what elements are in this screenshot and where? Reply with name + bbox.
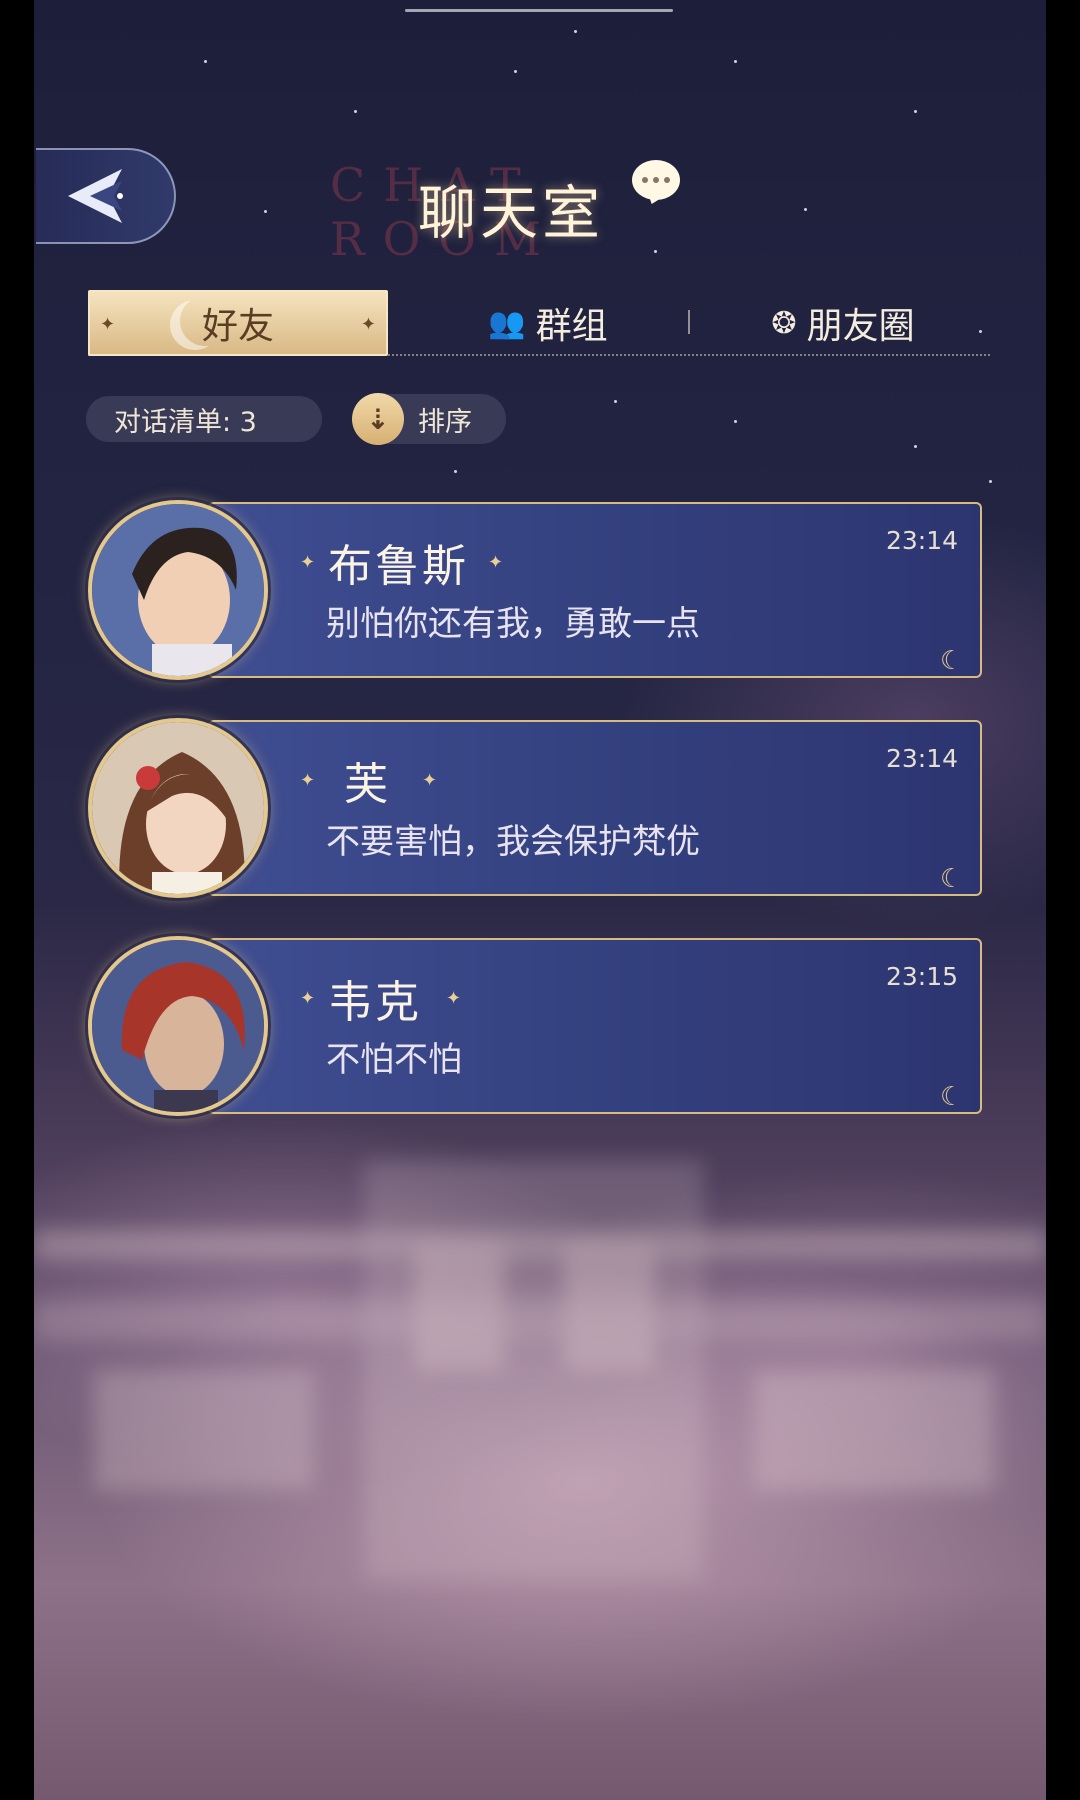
crescent-decoration-icon: ☾ xyxy=(940,864,964,894)
chat-name: 芙 xyxy=(344,759,391,810)
avatar xyxy=(88,936,268,1116)
tab-label: 群组 xyxy=(535,306,608,347)
aperture-icon: ❂ xyxy=(771,305,797,341)
sparkle-icon: ✦ xyxy=(446,988,462,1009)
sparkle-icon: ✦ xyxy=(300,988,316,1009)
home-indicator xyxy=(405,9,673,12)
sort-label: 排序 xyxy=(418,406,472,438)
chat-item-panel: 23:14 ☾ xyxy=(208,502,982,678)
sparkle-icon: ✦ xyxy=(300,552,316,573)
tab-divider xyxy=(688,310,690,334)
crescent-decoration-icon: ☾ xyxy=(940,646,964,676)
sort-button[interactable]: ⇣ 排序 xyxy=(352,393,506,445)
conversation-count: 对话清单: 3 xyxy=(86,396,322,442)
back-arrow-icon xyxy=(68,169,123,223)
avatar xyxy=(88,500,268,680)
moon-icon xyxy=(170,300,220,350)
tab-bar: ✦ 好友 ✦ 👥 群组 ❂ 朋友圈 xyxy=(88,290,990,356)
chat-item[interactable]: 23:14 ☾ ✦ 芙 ✦ 不要害怕，我会保护梵优 xyxy=(88,718,982,898)
chat-time: 23:14 xyxy=(885,744,958,773)
chat-bubble-icon xyxy=(632,160,680,200)
chat-preview: 不怕不怕 xyxy=(326,1040,462,1080)
title-text: 聊天室 xyxy=(418,179,605,247)
sparkle-icon: ✦ xyxy=(360,314,376,335)
sparkle-icon: ✦ xyxy=(100,314,116,335)
chat-time: 23:14 xyxy=(885,526,958,555)
tab-label: 朋友圈 xyxy=(806,306,915,347)
tab-friends[interactable]: ✦ 好友 ✦ xyxy=(88,290,388,356)
chat-item-panel: 23:15 ☾ xyxy=(208,938,982,1114)
sparkle-icon: ✦ xyxy=(488,552,504,573)
chat-name: 韦克 xyxy=(328,977,422,1028)
chat-time: 23:15 xyxy=(885,962,958,991)
crescent-decoration-icon: ☾ xyxy=(940,1082,964,1112)
avatar xyxy=(88,718,268,898)
chat-item[interactable]: 23:15 ☾ ✦ 韦克 ✦ 不怕不怕 xyxy=(88,936,982,1116)
tab-moments[interactable]: ❂ 朋友圈 xyxy=(758,290,928,356)
chat-preview: 别怕你还有我，勇敢一点 xyxy=(326,604,700,644)
group-icon: 👥 xyxy=(488,305,526,341)
sort-icon: ⇣ xyxy=(352,393,404,445)
chat-item[interactable]: 23:14 ☾ ✦ 布鲁斯 ✦ 别怕你还有我，勇敢一点 xyxy=(88,500,982,680)
chat-preview: 不要害怕，我会保护梵优 xyxy=(326,822,700,862)
chat-item-panel: 23:14 ☾ xyxy=(208,720,982,896)
tab-groups[interactable]: 👥 群组 xyxy=(468,290,628,356)
back-button[interactable] xyxy=(36,148,176,244)
blurred-building-background xyxy=(34,1100,1046,1800)
sparkle-icon: ✦ xyxy=(422,770,438,791)
page-title: CHAT ROOM 聊天室 xyxy=(330,150,760,266)
chat-name: 布鲁斯 xyxy=(328,541,469,592)
chat-room-screen xyxy=(34,0,1046,1800)
sparkle-icon: ✦ xyxy=(300,770,316,791)
